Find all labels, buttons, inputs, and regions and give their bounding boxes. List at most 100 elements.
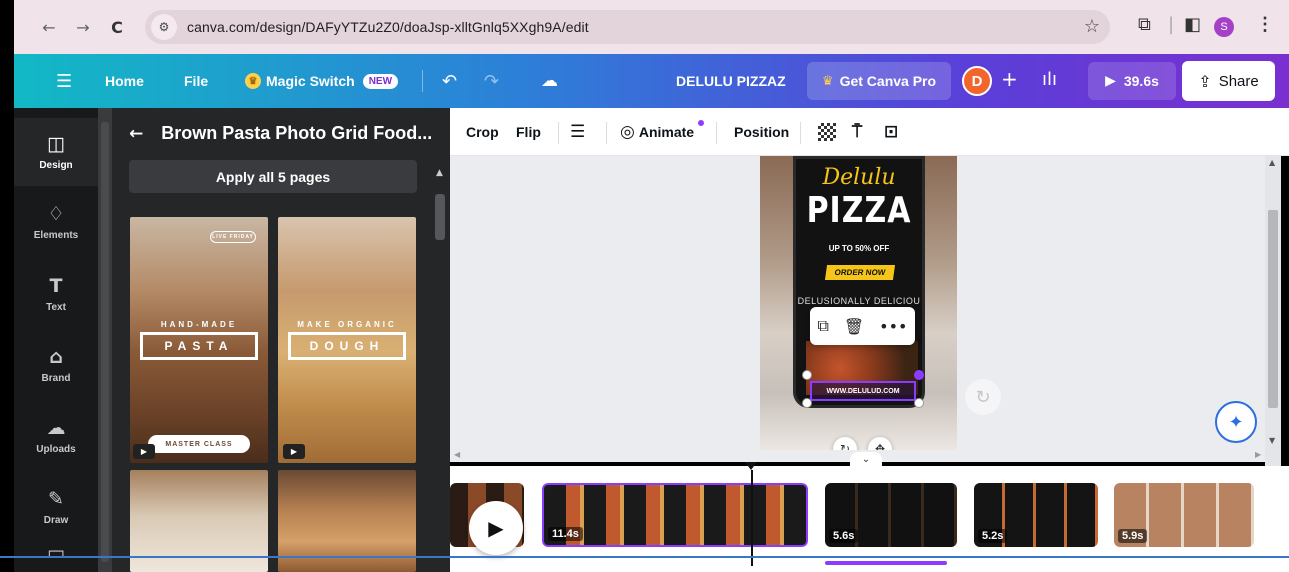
live-badge: LIVE FRIDAY xyxy=(210,231,256,243)
home-link[interactable]: Home xyxy=(105,54,144,108)
cloud-save-icon[interactable]: ☁ xyxy=(541,54,558,108)
back-arrow-icon[interactable]: ← xyxy=(129,124,143,144)
template-page-tile[interactable]: MAKE ORGANIC DOUGH ▶ xyxy=(278,217,416,463)
get-canva-pro-button[interactable]: ♛ Get Canva Pro xyxy=(807,62,951,100)
animate-button[interactable]: ◎ Animate xyxy=(620,108,694,156)
rail-item-uploads[interactable]: ☁ Uploads xyxy=(14,402,98,470)
clip-duration: 5.9s xyxy=(1118,529,1148,543)
playhead-marker[interactable] xyxy=(745,462,757,470)
selected-website-text[interactable]: WWW.DELULUD.COM xyxy=(810,381,916,401)
border-style-icon[interactable]: ☰ xyxy=(570,108,585,156)
insights-chart-icon[interactable]: ılı xyxy=(1042,69,1057,90)
toolbar-divider xyxy=(800,122,801,144)
get-pro-label: Get Canva Pro xyxy=(839,73,937,89)
rail-item-projects[interactable]: ▭ xyxy=(14,540,98,570)
copy-style-icon[interactable]: ⍑ xyxy=(852,108,862,156)
resize-handle[interactable] xyxy=(802,370,812,380)
clip-duration: 5.6s xyxy=(829,529,859,543)
undo-icon[interactable]: ↶ xyxy=(442,54,457,108)
flip-button[interactable]: Flip xyxy=(516,108,541,156)
resize-handle[interactable] xyxy=(914,398,924,408)
resize-handle[interactable] xyxy=(802,398,812,408)
template-page-tile[interactable]: LIVE FRIDAY HAND-MADE PASTA MASTER CLASS… xyxy=(130,217,268,463)
delete-icon[interactable]: 🗑 xyxy=(844,317,864,336)
tile-frame-text: PASTA xyxy=(140,332,258,360)
menu-icon[interactable]: ☰ xyxy=(56,54,72,108)
pen-icon: ✎ xyxy=(48,488,64,510)
toolbar-divider xyxy=(606,122,607,144)
browser-menu-icon[interactable]: ⋮ xyxy=(1256,14,1274,35)
magic-assistant-icon[interactable]: ✦ xyxy=(1215,401,1257,443)
clip-duration: 5.2s xyxy=(978,529,1008,543)
scroll-right-icon[interactable]: ▶ xyxy=(1255,450,1261,459)
timeline-scroll-indicator[interactable] xyxy=(825,561,947,565)
timeline-clip[interactable]: 5.9s xyxy=(1114,483,1254,547)
rail-item-elements[interactable]: ♢ Elements xyxy=(14,188,98,256)
tile-subtitle: HAND-MADE xyxy=(160,320,238,329)
redo-icon[interactable]: ↷ xyxy=(484,54,499,108)
design-offer-text: UP TO 50% OFF xyxy=(828,244,890,253)
magic-switch-button[interactable]: ♛ Magic Switch NEW xyxy=(245,54,399,108)
crop-button[interactable]: Crop xyxy=(466,108,499,156)
crown-icon: ♛ xyxy=(821,73,834,89)
playhead-line[interactable] xyxy=(751,470,753,566)
design-script-title: Delulu xyxy=(822,165,896,190)
timeline-clip[interactable]: 5.6s xyxy=(825,483,957,547)
shapes-icon: ♢ xyxy=(47,203,65,225)
tile-frame-text: DOUGH xyxy=(288,332,406,360)
user-avatar[interactable]: D xyxy=(962,66,992,96)
timeline-clip[interactable]: 5.2s xyxy=(974,483,1098,547)
tile-subtitle: MAKE ORGANIC xyxy=(297,320,397,329)
back-arrow-icon[interactable]: ← xyxy=(36,14,62,40)
context-toolbar: Crop Flip ☰ ◎ Animate Position ⍑ ⊡ xyxy=(450,108,1289,156)
rail-label: Text xyxy=(46,302,66,313)
crown-icon: ♛ xyxy=(245,73,261,89)
scroll-up-icon[interactable]: ▲ xyxy=(436,168,443,178)
rail-label: Brand xyxy=(41,373,71,384)
animate-label: Animate xyxy=(638,124,695,140)
address-bar[interactable]: ⚙ canva.com/design/DAFyYTZu2Z0/doaJsp-xl… xyxy=(145,10,1110,44)
rail-label: Uploads xyxy=(36,444,76,455)
rail-item-draw[interactable]: ✎ Draw xyxy=(14,473,98,541)
duplicate-icon[interactable]: ⧉ xyxy=(817,316,828,336)
browser-toolbar: ← → C ⚙ canva.com/design/DAFyYTZu2Z0/doa… xyxy=(14,0,1289,54)
editor-header: ☰ Home File ♛ Magic Switch NEW ↶ ↷ ☁ DEL… xyxy=(14,54,1289,108)
share-button[interactable]: ⇪ Share xyxy=(1182,61,1275,101)
timeline-clip-selected[interactable]: 11.4s xyxy=(540,481,810,549)
panel-header: ← Brown Pasta Photo Grid Food... xyxy=(129,123,432,144)
canvas-vertical-scrollbar[interactable]: ▲ ▼ xyxy=(1265,156,1281,466)
more-icon[interactable]: ••• xyxy=(879,317,907,336)
file-menu[interactable]: File xyxy=(184,54,208,108)
extensions-icon[interactable]: ⧉ xyxy=(1138,14,1151,35)
design-tagline: DELUSIONALLY DELICIOU xyxy=(797,296,921,306)
bookmark-star-icon[interactable]: ☆ xyxy=(1084,16,1100,37)
rail-label: Draw xyxy=(43,515,69,526)
add-collaborator-icon[interactable]: + xyxy=(1001,67,1018,91)
design-title[interactable]: DELULU PIZZAZ xyxy=(676,54,786,108)
refresh-icon[interactable]: ↻ xyxy=(965,379,1001,415)
rail-item-text[interactable]: T Text xyxy=(14,260,98,328)
rail-item-brand[interactable]: ⌂ Brand xyxy=(14,331,98,399)
new-badge: NEW xyxy=(362,73,399,89)
resize-handle[interactable] xyxy=(914,370,924,380)
transparency-icon[interactable] xyxy=(818,108,836,156)
timeline-play-button[interactable]: ▶ xyxy=(469,501,523,555)
site-settings-icon[interactable]: ⚙ xyxy=(151,14,177,40)
phone-mockup[interactable]: Delulu PIZZA UP TO 50% OFF ORDER NOW DEL… xyxy=(793,156,925,408)
reload-icon[interactable]: C xyxy=(104,14,130,40)
browser-profile-avatar[interactable]: S xyxy=(1214,17,1234,37)
lock-icon[interactable]: ⊡ xyxy=(884,108,898,156)
rail-item-design[interactable]: ◫ Design xyxy=(14,118,98,186)
position-button[interactable]: Position xyxy=(734,108,789,156)
apply-all-pages-button[interactable]: Apply all 5 pages xyxy=(129,160,417,193)
collapse-timeline-icon[interactable]: ⌄ xyxy=(850,452,882,466)
scroll-up-icon[interactable]: ▲ xyxy=(1269,158,1275,167)
scroll-down-icon[interactable]: ▼ xyxy=(1269,436,1275,445)
forward-arrow-icon[interactable]: → xyxy=(70,14,96,40)
side-panel-icon[interactable]: ◧ xyxy=(1184,14,1201,35)
scroll-left-icon[interactable]: ◀ xyxy=(454,450,460,459)
panel-scrollbar[interactable]: ▲ xyxy=(433,164,447,572)
present-play-button[interactable]: ▶ 39.6s xyxy=(1088,62,1176,100)
panel-scrollbar-left[interactable] xyxy=(98,108,112,572)
share-label: Share xyxy=(1218,72,1259,90)
